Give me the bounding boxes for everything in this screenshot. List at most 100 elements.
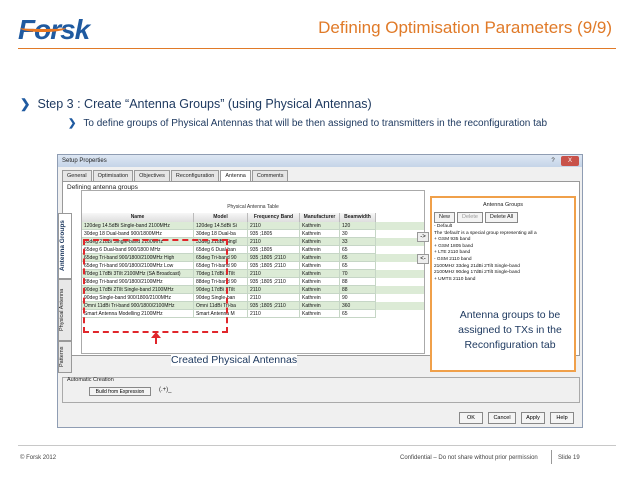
vertical-tab-bar: Antenna Groups Physical Antenna Patterns [58, 213, 72, 387]
created-antennas-annotation: Created Physical Antennas [171, 354, 298, 366]
table-cell: Kathrein [300, 286, 340, 294]
table-cell: 935 ;1805 ;2110 [248, 262, 300, 270]
logo-swoosh [20, 24, 66, 32]
tab-bar: General Optimisation Objectives Reconfig… [62, 170, 289, 181]
table-cell: Kathrein [300, 246, 340, 254]
bullet-arrow-icon: ❯ [68, 118, 77, 129]
vtab-antenna-groups[interactable]: Antenna Groups [58, 213, 72, 279]
table-cell: 30 [340, 230, 376, 238]
move-left-button[interactable]: <- [417, 254, 429, 264]
up-arrow-icon [151, 332, 161, 338]
table-cell: 120 [340, 222, 376, 230]
tree-item[interactable]: 2100MHz 90deg 17dBi 2Tilt Single-band [434, 270, 537, 277]
tab-reconfiguration[interactable]: Reconfiguration [170, 170, 220, 181]
table-cell: Kathrein [300, 262, 340, 270]
column-header-beamwidth[interactable]: Beamwidth [340, 213, 376, 222]
column-header-name[interactable]: Name [82, 213, 194, 222]
table-row[interactable]: 30deg 18 Dual-band 900/1800MHz 30deg 18 D… [82, 230, 424, 238]
tree-item[interactable]: + LTE 2110 band [434, 250, 537, 257]
dialog-buttons: OK Cancel Apply Help [454, 412, 574, 424]
table-cell: Kathrein [300, 294, 340, 302]
table-row[interactable]: 120deg 14.5dBi Single-band 2100MHz 120deg… [82, 222, 424, 230]
table-cell: 65 [340, 310, 376, 318]
table-cell: 2110 [248, 238, 300, 246]
cancel-button[interactable]: Cancel [488, 412, 516, 424]
table-cell: Kathrein [300, 222, 340, 230]
group-buttons: New Delete Delete All [434, 212, 520, 223]
build-from-expression-button[interactable]: Build from Expression [89, 387, 151, 396]
automatic-creation-section: Automatic Creation Build from Expression… [62, 377, 580, 403]
vtab-patterns[interactable]: Patterns [58, 341, 72, 373]
table-cell: 2110 [248, 222, 300, 230]
delete-all-button[interactable]: Delete All [484, 212, 519, 223]
table-cell: Kathrein [300, 278, 340, 286]
confidential-notice: Confidential – Do not share without prio… [400, 455, 538, 461]
tab-optimisation[interactable]: Optimisation [92, 170, 134, 181]
table-cell: 935 ;1805 ;2110 [248, 254, 300, 262]
auto-creation-title: Automatic Creation [67, 377, 114, 383]
tree-item[interactable]: + GSM 935 band [434, 237, 537, 244]
column-header-model[interactable]: Model [194, 213, 248, 222]
antenna-groups-title: Antenna Groups [482, 202, 524, 208]
help-icon[interactable]: ? [548, 156, 558, 166]
step-bullet: ❯ Step 3 : Create “Antenna Groups” (using… [20, 96, 372, 111]
title-divider [18, 48, 616, 49]
slide-title: Defining Optimisation Parameters (9/9) [318, 18, 612, 37]
table-cell: 935 ;1805 [248, 246, 300, 254]
column-header-frequency-band[interactable]: Frequency Band [248, 213, 300, 222]
bullet-arrow-icon: ❯ [20, 97, 31, 111]
footer-separator [551, 450, 552, 464]
table-cell: 2110 [248, 294, 300, 302]
table-caption: Physical Antenna Table [227, 204, 279, 210]
column-header-manufacturer[interactable]: Manufacturer [300, 213, 340, 222]
tab-objectives[interactable]: Objectives [134, 170, 170, 181]
new-group-button[interactable]: New [434, 212, 456, 223]
table-cell: 30deg 18 Dual-band 900/1800MHz [82, 230, 194, 238]
table-header: Name Model Frequency Band Manufacturer B… [82, 213, 424, 222]
apply-button[interactable]: Apply [521, 412, 545, 424]
delete-group-button[interactable]: Delete [457, 212, 483, 223]
vtab-physical-antenna[interactable]: Physical Antenna [58, 279, 72, 341]
help-button[interactable]: Help [550, 412, 574, 424]
close-icon[interactable]: X [561, 156, 579, 166]
table-cell: 90 [340, 294, 376, 302]
table-cell: Kathrein [300, 270, 340, 278]
table-cell: Kathrein [300, 254, 340, 262]
table-cell: 30deg 18 Dual-ba [194, 230, 248, 238]
table-cell: 65 [340, 246, 376, 254]
expression-field[interactable]: (.+)_ [159, 387, 172, 393]
created-antennas-highlight [83, 239, 228, 333]
table-cell: 88 [340, 278, 376, 286]
footer-divider [18, 445, 616, 446]
tab-comments[interactable]: Comments [251, 170, 289, 181]
table-cell: 33 [340, 238, 376, 246]
slide-number: Slide 19 [558, 455, 580, 461]
step-text: Step 3 : Create “Antenna Groups” (using … [37, 97, 372, 111]
table-cell: 120deg 14.5dBi Single-band 2100MHz [82, 222, 194, 230]
window-title: Setup Properties [62, 158, 107, 164]
tab-general[interactable]: General [62, 170, 92, 181]
tree-item[interactable]: - GSM 2110 band [434, 257, 537, 264]
table-cell: 65 [340, 262, 376, 270]
sub-bullet: ❯ To define groups of Physical Antennas t… [68, 118, 547, 129]
table-cell: 2110 [248, 286, 300, 294]
forsk-logo: Forsk [18, 14, 90, 45]
sub-bullet-text: To define groups of Physical Antennas th… [83, 118, 547, 129]
move-right-button[interactable]: -> [417, 232, 429, 242]
table-cell: 65 [340, 254, 376, 262]
table-cell: 88 [340, 286, 376, 294]
table-cell: Kathrein [300, 302, 340, 310]
transfer-buttons: -> <- [417, 232, 429, 276]
table-cell: 360 [340, 302, 376, 310]
group-tree: - Default The 'default' is a special gro… [434, 224, 537, 283]
table-cell: 2110 [248, 310, 300, 318]
table-cell: Kathrein [300, 310, 340, 318]
window-titlebar: Setup Properties ? X [58, 155, 582, 167]
tree-item[interactable]: - Default [434, 224, 537, 231]
table-cell: 935 ;1805 [248, 230, 300, 238]
tree-item[interactable]: + UMTS 2110 band [434, 277, 537, 284]
ok-button[interactable]: OK [459, 412, 483, 424]
antenna-groups-panel: Antenna Groups New Delete Delete All - D… [430, 196, 576, 372]
table-cell: 935 ;1805 ;2110 [248, 278, 300, 286]
tab-antenna[interactable]: Antenna [220, 170, 251, 181]
